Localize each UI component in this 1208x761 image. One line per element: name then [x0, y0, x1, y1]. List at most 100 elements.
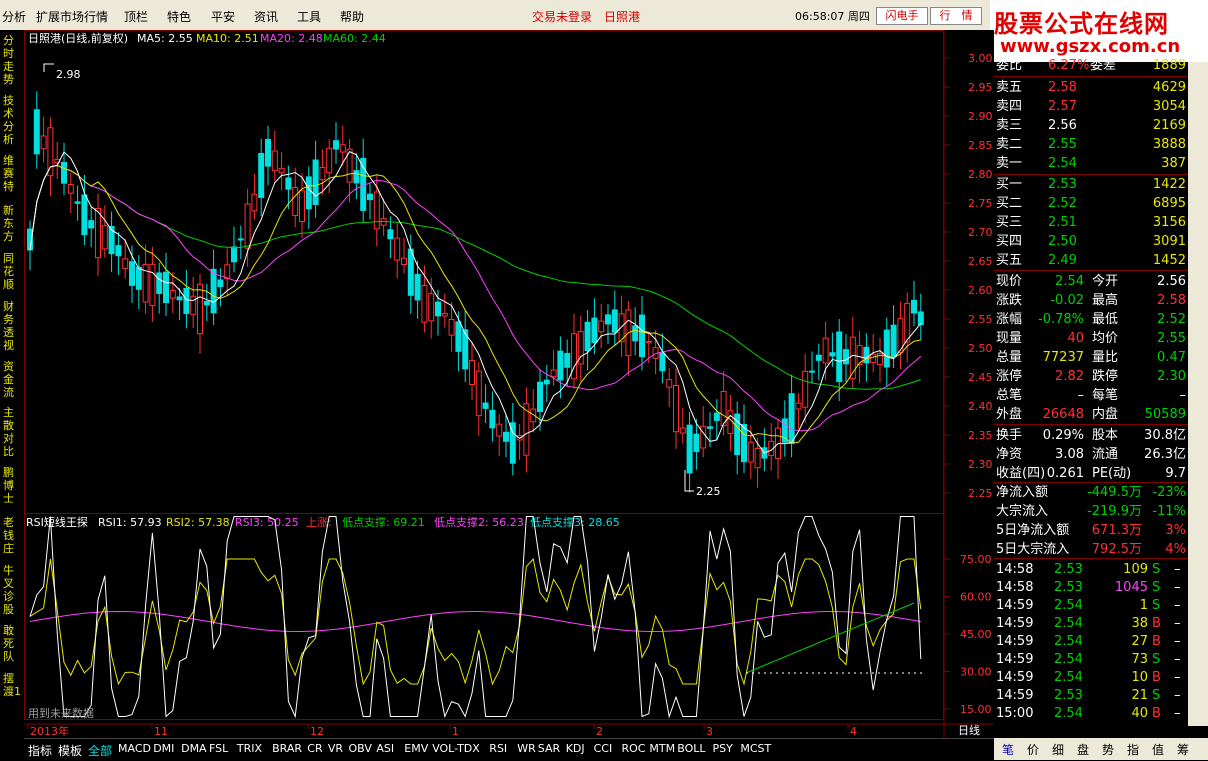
high-marker: 2.98	[56, 68, 81, 81]
candle-body	[537, 381, 543, 413]
indicator-tab[interactable]: RSI	[489, 742, 507, 755]
indicator-tab[interactable]: BRAR	[272, 742, 302, 755]
candle-body	[584, 321, 591, 352]
nav-tonghuashun[interactable]: 同花顺	[3, 252, 21, 291]
candle-body	[741, 424, 747, 463]
future-data-note: 用到未来数据	[28, 706, 94, 720]
indicator-tab[interactable]: SAR	[538, 742, 560, 755]
indicator-tab[interactable]: FSL	[209, 742, 228, 755]
candle-body	[435, 301, 441, 317]
indicator-tab[interactable]: WR	[517, 742, 536, 755]
quote-tab[interactable]: 筹	[1177, 741, 1189, 758]
nav-xindongfang[interactable]: 新东方	[3, 204, 21, 243]
indicator-tab[interactable]: MTM	[649, 742, 675, 755]
stock-name: 日照港	[604, 10, 641, 24]
candle-body	[305, 176, 312, 210]
menu-news[interactable]: 资讯	[254, 8, 278, 25]
menu-special[interactable]: 特色	[167, 8, 191, 25]
price-tick: 2.40	[968, 400, 993, 413]
quote-button[interactable]: 行 情	[930, 7, 982, 25]
clock: 06:58:07 周四	[795, 10, 870, 23]
indicator-tab[interactable]: VR	[328, 742, 343, 755]
candle-body	[720, 390, 727, 427]
indicator-tab[interactable]: 全部	[88, 742, 112, 759]
quote-tab[interactable]: 细	[1052, 741, 1064, 758]
nav-weisaite[interactable]: 维赛特	[3, 154, 21, 193]
candle-body	[265, 138, 271, 167]
ma60-label: MA60: 2.44	[323, 32, 386, 45]
period-label[interactable]: 日线	[958, 723, 980, 737]
indicator-bar: 指标 模板 全部 MACD DMI DMA FSL TRIX BRAR CR VR OBV ASI EMV…	[24, 738, 994, 761]
ask-row: 卖三 2.56 2169	[996, 118, 1186, 133]
indicator-tab[interactable]: CR	[307, 742, 322, 755]
indicator-tab[interactable]: BOLL	[677, 742, 705, 755]
indicator-tab[interactable]: 模板	[58, 742, 82, 759]
nav-technical[interactable]: 技术分析	[3, 94, 21, 146]
quote-tab[interactable]: 价	[1027, 741, 1039, 758]
indicator-tab[interactable]: MCST	[740, 742, 771, 755]
indicator-tab[interactable]: KDJ	[566, 742, 585, 755]
quote-panel: 委比 6.27% 委差 1889 卖五 2.58 4629 卖四 2.57 3054 卖三 2…	[994, 58, 1188, 726]
flow-row: 大宗流入 -219.9万 -11%	[996, 504, 1186, 519]
quote-tab[interactable]: 盘	[1077, 741, 1089, 758]
candle-body	[870, 353, 877, 363]
nav-diagnosis[interactable]: 牛叉诊股	[3, 564, 21, 616]
order-ratio-row: 委比 6.27% 委差 1889	[996, 58, 1186, 73]
nav-timeshare[interactable]: 分时走势	[3, 34, 21, 86]
menu-help[interactable]: 帮助	[340, 8, 364, 25]
price-tick: 2.35	[968, 429, 993, 442]
menu-ext-market[interactable]: 扩展市场行情	[36, 8, 108, 25]
menu-analysis[interactable]: 分析	[2, 8, 26, 25]
indicator-tab[interactable]: DMI	[153, 742, 174, 755]
kline-chart[interactable]: 3.00 2.95 2.90 2.85 2.80 2.75 2.70 2.65 2.60 2.55…	[24, 30, 994, 738]
quote-tab[interactable]: 笔	[1002, 741, 1014, 758]
candle-body	[217, 279, 224, 287]
nav-baidu[interactable]: 摆渡1	[3, 672, 21, 698]
candle-body	[312, 159, 319, 205]
indicator-tab[interactable]: CCI	[594, 742, 613, 755]
candle-body	[686, 424, 693, 474]
ma20-label: MA20: 2.48	[260, 32, 323, 45]
price-tick: 2.95	[968, 81, 993, 94]
rsi1-label: RSI1: 57.93	[98, 516, 162, 529]
nav-gansidui[interactable]: 敢死队	[3, 624, 21, 663]
right-tool-strip[interactable]	[1188, 62, 1208, 726]
candle-body	[95, 208, 101, 259]
date-tick: 1	[452, 725, 459, 738]
date-tick: 2	[596, 725, 603, 738]
menu-pingan[interactable]: 平安	[211, 8, 235, 25]
nav-main-retail[interactable]: 主散对比	[3, 406, 21, 458]
candle-body	[489, 409, 496, 429]
quote-tab[interactable]: 势	[1102, 741, 1114, 758]
indicator-tab[interactable]: OBV	[349, 742, 372, 755]
candle-body	[482, 402, 489, 409]
candle-body	[645, 341, 652, 344]
tick-row: 15:00 2.54 40 B –	[996, 706, 1181, 721]
indicator-tab[interactable]: ROC	[622, 742, 646, 755]
indicator-tab[interactable]: EMV	[404, 742, 428, 755]
indicator-tab[interactable]: DMA	[181, 742, 207, 755]
candle-body	[496, 423, 503, 437]
menu-top[interactable]: 顶栏	[124, 8, 148, 25]
rsi-tick: 15.00	[960, 703, 992, 716]
indicator-tab[interactable]: TRIX	[237, 742, 262, 755]
indicator-tab[interactable]: PSY	[713, 742, 733, 755]
indicator-tab[interactable]: VOL-TDX	[432, 742, 480, 755]
quote-tab[interactable]: 值	[1152, 741, 1164, 758]
candle-body	[339, 144, 346, 153]
indicator-tab[interactable]: 指标	[28, 742, 52, 759]
indicator-tab[interactable]: MACD	[118, 742, 151, 755]
date-tick: 4	[850, 725, 857, 738]
flash-trade-button[interactable]: 闪电手	[876, 7, 928, 25]
candle-body	[224, 264, 231, 280]
quote-tab[interactable]: 指	[1127, 741, 1139, 758]
nav-capital-flow[interactable]: 资金流	[3, 360, 21, 399]
nav-laoqianzhuang[interactable]: 老钱庄	[3, 516, 21, 555]
nav-pengboshi[interactable]: 鹏博士	[3, 466, 21, 505]
price-tick: 2.80	[968, 168, 993, 181]
nav-finance[interactable]: 财务透视	[3, 300, 21, 352]
menu-tools[interactable]: 工具	[297, 8, 321, 25]
indicator-tab[interactable]: ASI	[376, 742, 394, 755]
candle-body	[299, 190, 305, 223]
candle-body	[319, 167, 326, 181]
